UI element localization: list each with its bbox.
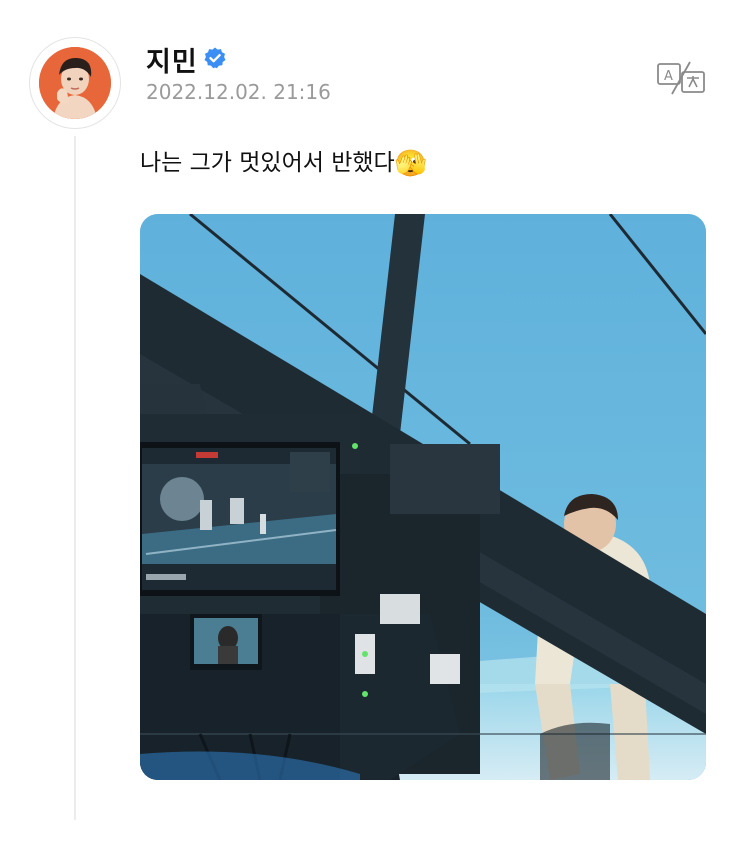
post-text: 나는 그가 멋있어서 반했다 xyxy=(140,150,395,176)
author-avatar-button[interactable] xyxy=(30,38,120,128)
post-timestamp: 2022.12.02. 21:16 xyxy=(146,80,331,104)
camera-monitor xyxy=(140,442,340,596)
translate-icon: A xyxy=(657,61,705,95)
post-photo[interactable] xyxy=(140,214,706,780)
translate-button[interactable]: A xyxy=(656,60,708,96)
face-peeking-emoji: 🫣 xyxy=(394,149,428,179)
post-body-text: 나는 그가 멋있어서 반했다🫣 xyxy=(140,146,427,181)
post-card: 지민 2022.12.02. 21:16 A 나는 그가 멋있어서 반했다🫣 xyxy=(0,0,750,844)
verified-badge-icon xyxy=(204,47,226,69)
thread-line xyxy=(74,136,76,820)
author-name[interactable]: 지민 xyxy=(146,40,198,79)
stage-photo-image xyxy=(140,214,706,780)
svg-text:A: A xyxy=(664,69,673,84)
small-preview-monitor xyxy=(190,614,262,670)
avatar xyxy=(39,47,111,119)
